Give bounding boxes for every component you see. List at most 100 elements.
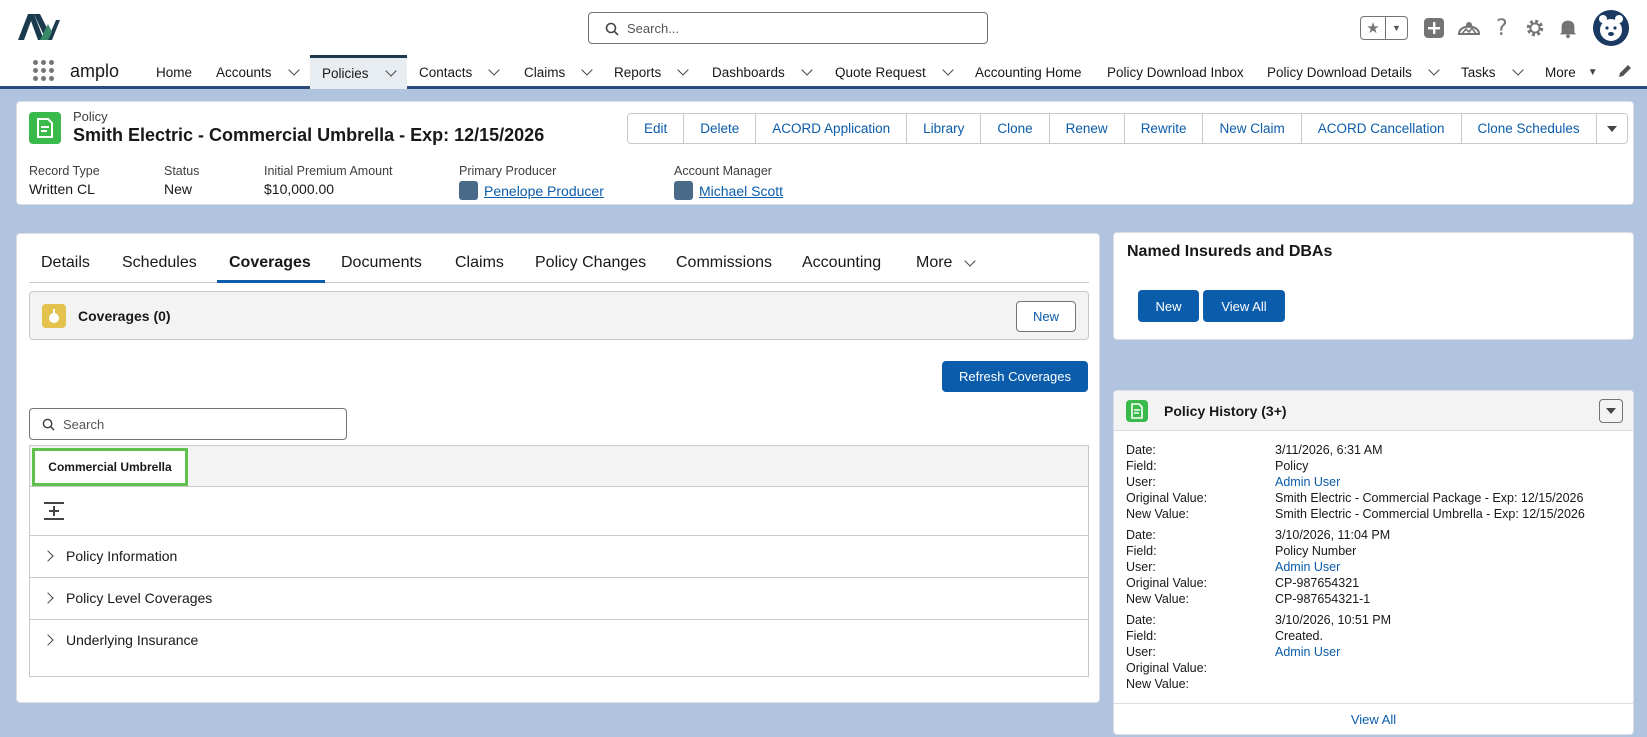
nav-item-reports[interactable]: Reports	[614, 55, 689, 89]
global-search-placeholder: Search...	[627, 21, 680, 36]
chevron-down-icon[interactable]	[287, 63, 300, 76]
clone-button[interactable]: Clone	[981, 114, 1050, 143]
nav-item-accounts[interactable]: Accounts	[216, 55, 300, 89]
rewrite-button[interactable]: Rewrite	[1124, 114, 1204, 143]
nav-item-tasks[interactable]: Tasks	[1461, 55, 1524, 89]
policy-history-menu-button[interactable]	[1599, 399, 1623, 423]
history-user-link[interactable]: Admin User	[1275, 645, 1340, 659]
caret-down-icon[interactable]: ▼	[1588, 67, 1598, 78]
history-label-date: Date:	[1126, 443, 1156, 457]
favorites-dropdown-icon[interactable]: ▼	[1386, 17, 1407, 39]
nav-item-quote-request[interactable]: Quote Request	[835, 55, 954, 89]
user-avatar-icon	[674, 181, 693, 200]
nav-item-claims[interactable]: Claims	[524, 55, 593, 89]
search-icon	[605, 22, 619, 36]
chevron-down-icon[interactable]	[942, 63, 954, 76]
primary-producer-link[interactable]: Penelope Producer	[484, 183, 604, 199]
history-user-link[interactable]: Admin User	[1275, 475, 1340, 489]
amplo-logo-icon[interactable]	[18, 12, 60, 42]
more-actions-button[interactable]	[1596, 114, 1627, 143]
refresh-coverages-button[interactable]: Refresh Coverages	[942, 361, 1088, 392]
chevron-right-icon	[42, 592, 54, 604]
library-button[interactable]: Library	[907, 114, 982, 143]
tab-policy-changes[interactable]: Policy Changes	[535, 254, 646, 272]
history-label-new: New Value:	[1126, 677, 1189, 691]
named-insureds-card: Named Insureds and DBAs New View All	[1113, 232, 1634, 340]
expand-all-icon[interactable]	[42, 501, 66, 521]
nav-item-contacts[interactable]: Contacts	[419, 55, 500, 89]
global-search-input[interactable]: Search...	[588, 12, 988, 44]
history-user-link[interactable]: Admin User	[1275, 560, 1340, 574]
history-label-user: User:	[1126, 645, 1156, 659]
nav-item-home[interactable]: Home	[156, 55, 192, 89]
tab-details[interactable]: Details	[41, 254, 90, 272]
tab-commissions[interactable]: Commissions	[676, 254, 772, 272]
chevron-down-icon[interactable]	[384, 65, 397, 77]
edit-nav-pencil-icon[interactable]	[1617, 63, 1633, 79]
global-header: Search... ★ ▼ ?	[0, 0, 1647, 55]
chevron-down-icon[interactable]	[581, 63, 593, 76]
coverages-apple-icon	[42, 304, 66, 328]
edit-button[interactable]: Edit	[628, 114, 685, 143]
account-manager-link[interactable]: Michael Scott	[699, 183, 783, 199]
field-account-manager: Account Manager Michael Scott	[674, 164, 784, 200]
view-all-named-insureds-button[interactable]: View All	[1203, 290, 1285, 322]
coverages-search-input[interactable]: Search	[29, 408, 347, 440]
section-policy-level-coverages[interactable]: Policy Level Coverages	[30, 577, 1088, 619]
chevron-down-icon[interactable]	[1511, 63, 1524, 76]
policy-record-icon	[29, 112, 61, 144]
new-named-insured-button[interactable]: New	[1138, 290, 1199, 322]
history-new-value: Smith Electric - Commercial Umbrella - E…	[1275, 507, 1585, 521]
section-underlying-insurance[interactable]: Underlying Insurance	[30, 619, 1088, 661]
tab-coverages[interactable]: Coverages	[229, 254, 311, 272]
section-policy-information[interactable]: Policy Information	[30, 535, 1088, 577]
tab-schedules[interactable]: Schedules	[122, 254, 197, 272]
acord-application-button[interactable]: ACORD Application	[756, 114, 908, 143]
history-original-value: Smith Electric - Commercial Package - Ex…	[1275, 491, 1584, 505]
trailhead-icon[interactable]	[1457, 16, 1481, 40]
tab-claims[interactable]: Claims	[455, 254, 504, 272]
user-avatar-icon[interactable]	[1593, 10, 1629, 46]
nav-item-more[interactable]: More ▼	[1545, 55, 1598, 89]
chevron-down-icon[interactable]	[488, 63, 500, 76]
tab-accounting[interactable]: Accounting	[802, 254, 881, 272]
record-actions: Edit Delete ACORD Application Library Cl…	[627, 113, 1628, 144]
active-tab-indicator	[217, 280, 325, 283]
nav-item-policy-download-details[interactable]: Policy Download Details	[1267, 55, 1440, 89]
search-icon	[42, 418, 55, 431]
chevron-down-icon[interactable]	[801, 63, 813, 76]
clone-schedules-button[interactable]: Clone Schedules	[1461, 114, 1597, 143]
history-label-new: New Value:	[1126, 507, 1189, 521]
main-record-card: Details Schedules Coverages Documents Cl…	[16, 233, 1100, 703]
renew-button[interactable]: Renew	[1049, 114, 1125, 143]
new-claim-button[interactable]: New Claim	[1203, 114, 1302, 143]
record-header: Policy Smith Electric - Commercial Umbre…	[16, 101, 1634, 205]
field-status: Status New	[164, 164, 200, 197]
object-label: Policy	[73, 109, 108, 124]
nav-item-policy-download-inbox[interactable]: Policy Download Inbox	[1107, 55, 1244, 89]
acord-cancellation-button[interactable]: ACORD Cancellation	[1301, 114, 1462, 143]
history-label-original: Original Value:	[1126, 576, 1208, 590]
subtab-commercial-umbrella[interactable]: Commercial Umbrella	[32, 448, 188, 486]
app-launcher-icon[interactable]	[33, 60, 55, 82]
tab-documents[interactable]: Documents	[341, 254, 422, 272]
policy-history-title: Policy History (3+)	[1164, 403, 1287, 419]
chevron-down-icon[interactable]	[1428, 63, 1440, 76]
history-label-field: Field:	[1126, 629, 1157, 643]
record-tabs: Details Schedules Coverages Documents Cl…	[29, 234, 1089, 283]
favorites-star-icon[interactable]: ★	[1361, 17, 1386, 39]
chevron-right-icon	[42, 550, 54, 562]
global-actions-plus-icon[interactable]	[1422, 16, 1446, 40]
notifications-bell-icon[interactable]	[1557, 16, 1579, 40]
settings-gear-icon[interactable]	[1524, 16, 1546, 40]
nav-item-dashboards[interactable]: Dashboards	[712, 55, 813, 89]
tab-more[interactable]: More	[916, 254, 977, 272]
chevron-down-icon[interactable]	[677, 63, 689, 76]
policy-history-view-all-link[interactable]: View All	[1114, 712, 1633, 727]
history-label-field: Field:	[1126, 544, 1157, 558]
help-icon[interactable]: ?	[1493, 16, 1513, 40]
nav-item-accounting-home[interactable]: Accounting Home	[975, 55, 1082, 89]
new-coverage-button[interactable]: New	[1016, 301, 1076, 332]
delete-button[interactable]: Delete	[684, 114, 757, 143]
nav-item-policies[interactable]: Policies	[310, 55, 407, 89]
